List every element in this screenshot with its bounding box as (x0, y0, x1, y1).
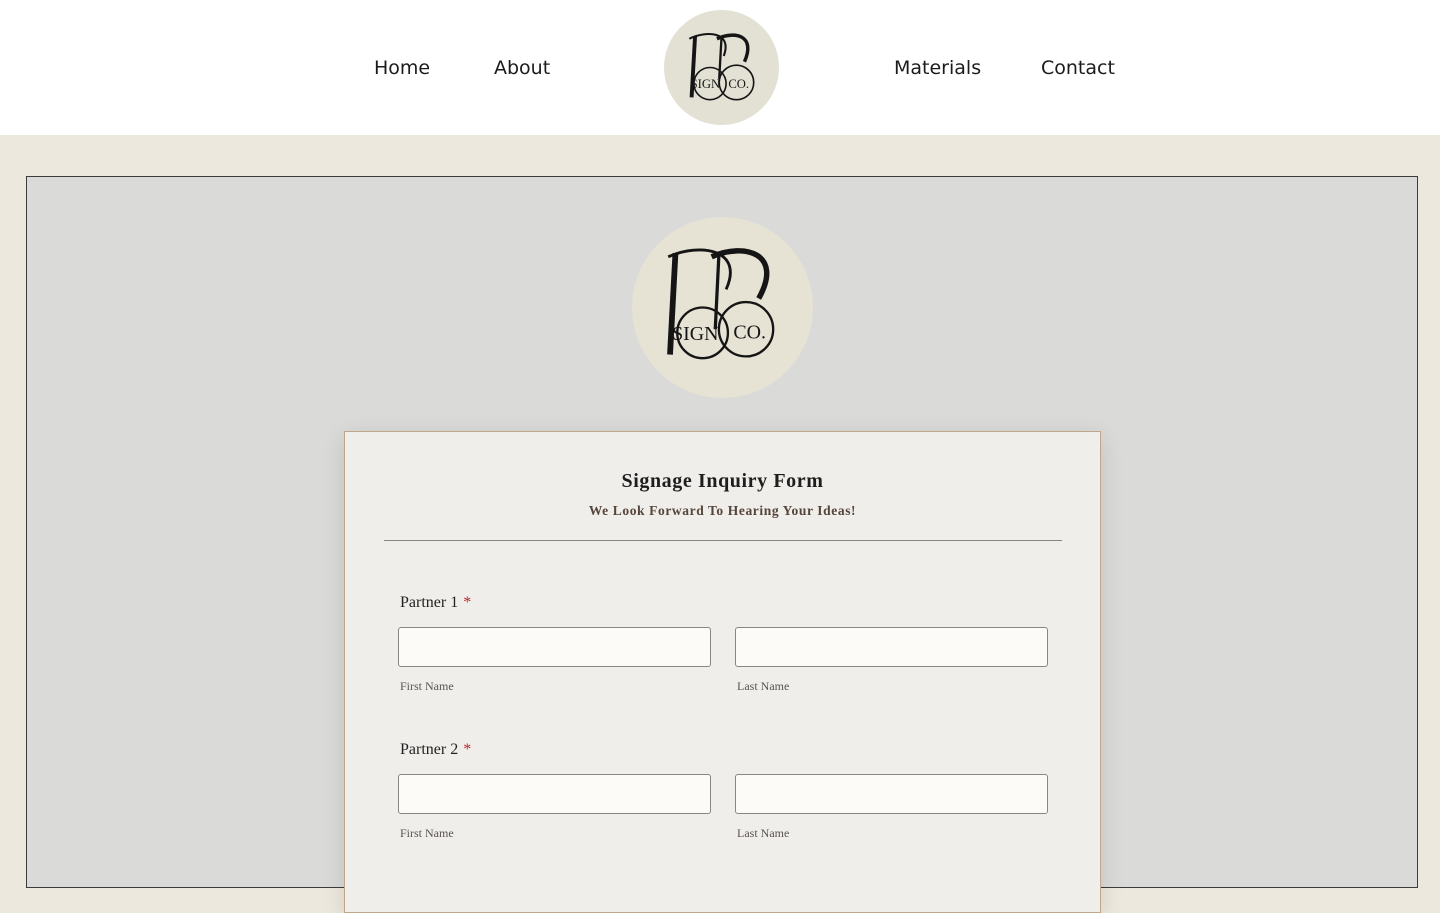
svg-text:CO.: CO. (733, 321, 766, 343)
partner-1-label: Partner 1 * (400, 594, 472, 611)
hero-logo: SIGN CO. (632, 217, 813, 398)
content-frame: SIGN CO. Signage Inquiry Form We Look Fo… (26, 176, 1418, 913)
svg-text:SIGN: SIGN (672, 323, 718, 345)
svg-text:SIGN: SIGN (691, 77, 721, 91)
partner-1-first-name-input[interactable] (398, 627, 711, 667)
required-marker: * (463, 594, 472, 611)
nav-about-link[interactable]: About (494, 55, 550, 81)
inquiry-form-card: Signage Inquiry Form We Look Forward To … (344, 431, 1101, 913)
nav-contact-link[interactable]: Contact (1041, 55, 1115, 81)
form-subtitle: We Look Forward To Hearing Your Ideas! (588, 503, 857, 518)
partner-2-first-name-sublabel: First Name (400, 826, 454, 840)
partner-1-first-name-sublabel: First Name (400, 679, 454, 693)
form-title: Signage Inquiry Form (621, 470, 824, 492)
form-divider (384, 540, 1062, 541)
partner-1-last-name-sublabel: Last Name (737, 679, 790, 693)
bb-monogram-icon: SIGN CO. (688, 32, 755, 101)
bb-monogram-icon: SIGN CO. (667, 248, 775, 360)
partner-2-last-name-sublabel: Last Name (737, 826, 790, 840)
partner-2-label: Partner 2 * (400, 741, 472, 758)
top-navigation: Home About SIGN CO. Materials Contact (0, 0, 1440, 135)
required-marker: * (463, 741, 472, 758)
partner-1-last-name-input[interactable] (735, 627, 1048, 667)
svg-text:CO.: CO. (728, 77, 749, 91)
nav-materials-link[interactable]: Materials (894, 55, 981, 81)
partner-2-last-name-input[interactable] (735, 774, 1048, 814)
partner-2-first-name-input[interactable] (398, 774, 711, 814)
header-logo[interactable]: SIGN CO. (664, 10, 779, 125)
nav-home-link[interactable]: Home (374, 55, 430, 81)
